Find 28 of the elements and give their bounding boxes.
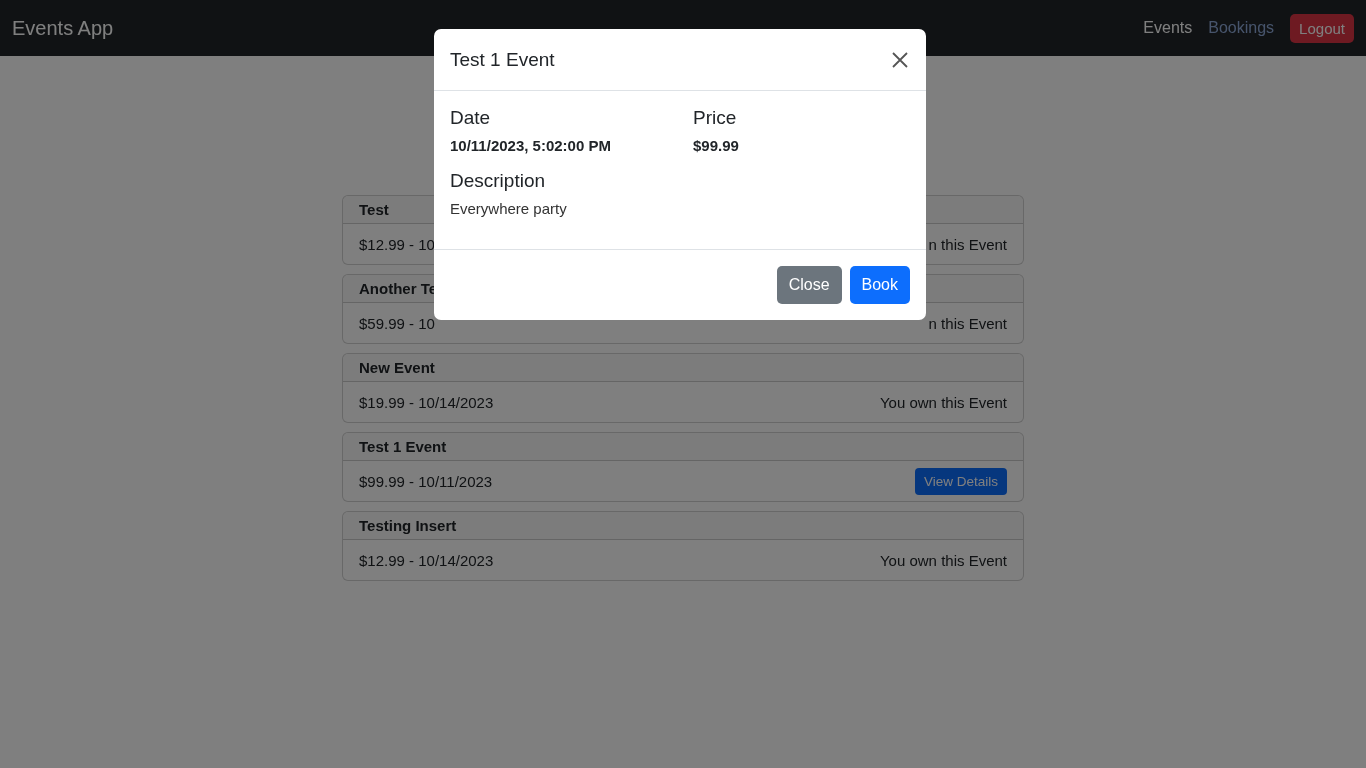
event-title: New Event: [359, 359, 435, 376]
event-summary: $99.99 - 10/11/2023: [359, 472, 493, 490]
event-summary: $12.99 - 10: [359, 235, 435, 253]
nav-link[interactable]: Bookings: [1208, 19, 1275, 37]
date-value: 10/11/2023, 5:02:00 PM: [450, 137, 612, 154]
logout-button[interactable]: Logout: [1290, 13, 1354, 43]
brand-link[interactable]: Events App: [12, 16, 114, 40]
description-text: Everywhere party: [450, 200, 568, 217]
event-title: Testing Insert: [359, 517, 457, 534]
nav-link[interactable]: Events: [1143, 19, 1193, 37]
ownership-text: You own this Event: [879, 393, 1007, 411]
ownership-text: n this Event: [928, 235, 1007, 253]
price-value: $99.99: [693, 137, 740, 154]
event-summary: $12.99 - 10/14/2023: [359, 551, 494, 569]
description-label: Description: [450, 170, 547, 192]
event-summary: $19.99 - 10/14/2023: [359, 393, 494, 411]
modal-title: Test 1 Event: [450, 48, 555, 71]
event-title: Test: [359, 201, 389, 218]
event-summary: $59.99 - 10: [359, 314, 435, 332]
close-icon[interactable]: [890, 49, 910, 70]
view-details-button[interactable]: View Details: [914, 467, 1007, 495]
ownership-text: n this Event: [928, 314, 1007, 332]
date-label: Date: [450, 107, 492, 129]
close-button[interactable]: Close: [776, 266, 842, 304]
price-label: Price: [693, 107, 738, 129]
event-title: Test 1 Event: [359, 438, 447, 455]
book-button[interactable]: Book: [849, 266, 910, 304]
ownership-text: You own this Event: [879, 551, 1007, 569]
